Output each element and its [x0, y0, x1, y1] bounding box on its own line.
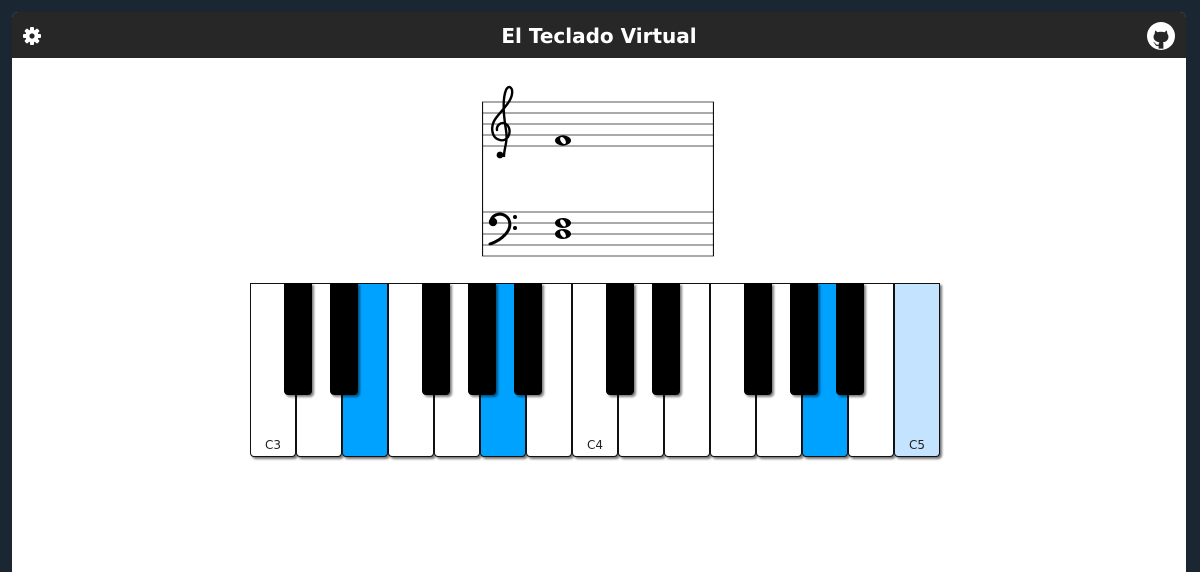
black-key-g-sharp3[interactable]: [468, 283, 496, 395]
black-key-a-sharp4[interactable]: [836, 283, 864, 395]
black-key-f-sharp4[interactable]: [744, 283, 772, 395]
black-key-d-sharp3[interactable]: [330, 283, 358, 395]
piano-keyboard: C3 C4 C5: [250, 283, 944, 465]
treble-staff: [482, 101, 714, 147]
top-bar: El Teclado Virtual: [12, 12, 1186, 58]
treble-clef: [491, 85, 514, 159]
black-key-a-sharp3[interactable]: [514, 283, 542, 395]
bass-staff: [482, 211, 714, 257]
black-key-f-sharp3[interactable]: [422, 283, 450, 395]
music-staff: [482, 85, 714, 257]
white-key-c5[interactable]: C5: [894, 283, 940, 457]
bass-clef: [488, 212, 517, 246]
github-icon: [1147, 22, 1175, 50]
app-window: El Teclado Virtual C3 C4 C5: [12, 12, 1186, 572]
app-title: El Teclado Virtual: [501, 24, 697, 48]
key-label: C4: [586, 438, 603, 452]
black-key-g-sharp4[interactable]: [790, 283, 818, 395]
bass-note-b2: [555, 229, 571, 239]
key-label: C5: [908, 438, 925, 452]
key-label: C3: [264, 438, 281, 452]
treble-note-c5: [555, 135, 571, 146]
github-link[interactable]: [1146, 21, 1176, 51]
black-key-c-sharp3[interactable]: [284, 283, 312, 395]
bass-note-d3: [555, 218, 571, 228]
black-key-c-sharp4[interactable]: [606, 283, 634, 395]
black-key-d-sharp4[interactable]: [652, 283, 680, 395]
